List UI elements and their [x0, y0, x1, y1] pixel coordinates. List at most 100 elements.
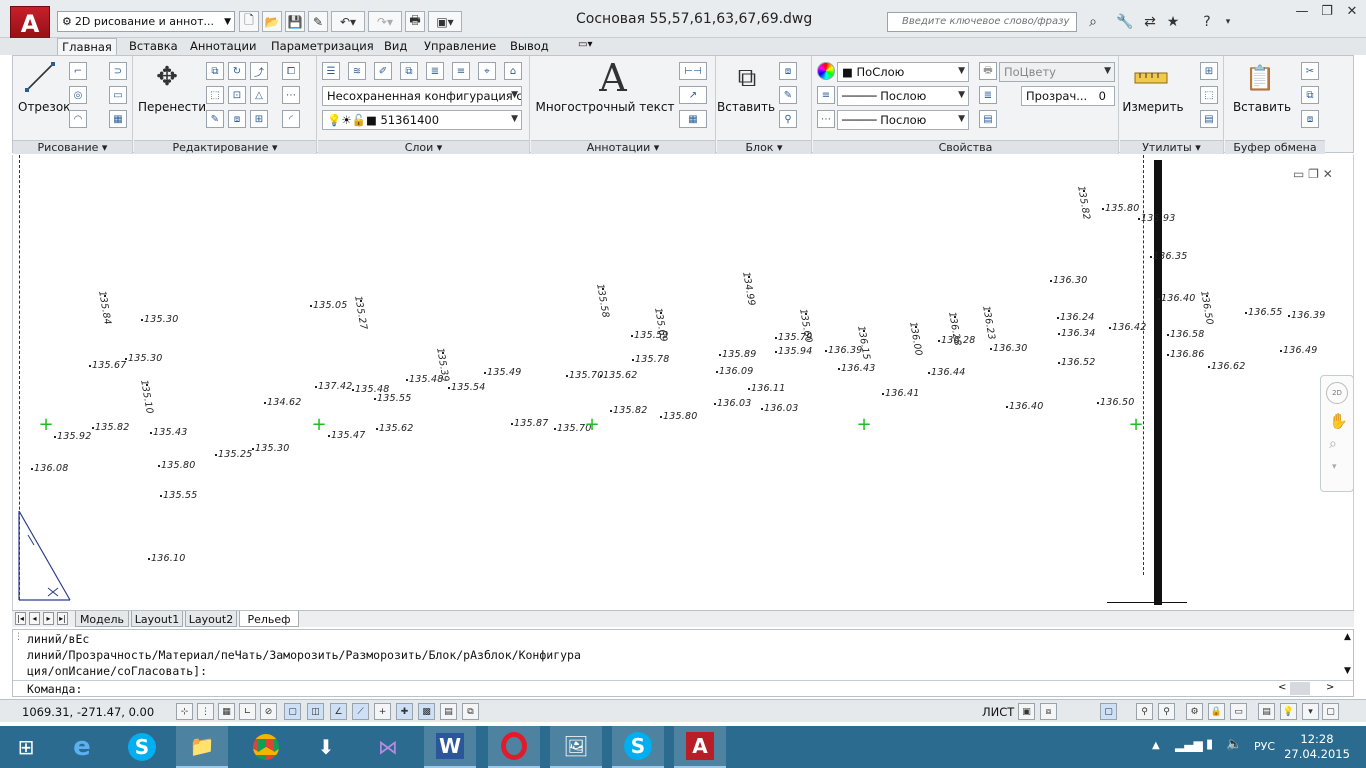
photo-viewer-icon[interactable]: 🖼	[550, 726, 602, 768]
skype-window-icon[interactable]: S	[612, 726, 664, 768]
panel-clipboard-label[interactable]: Буфер обмена	[1225, 140, 1325, 154]
move-icon[interactable]: ✥	[152, 62, 182, 92]
dyn-icon[interactable]: +	[374, 703, 391, 720]
grid-icon[interactable]: ▦	[218, 703, 235, 720]
trim-icon[interactable]: ⤴	[250, 62, 268, 80]
polar-icon[interactable]: ⊘	[260, 703, 277, 720]
elevation-label[interactable]: 136.35	[1153, 251, 1187, 262]
close-button[interactable]: ✕	[1340, 2, 1364, 20]
elevation-label[interactable]: 136.50	[1198, 290, 1215, 326]
fillet-icon[interactable]: ✎	[206, 110, 224, 128]
layer-match-icon[interactable]: ✐	[374, 62, 392, 80]
survey-point[interactable]	[1057, 317, 1059, 319]
survey-point[interactable]	[1245, 312, 1247, 314]
paste-special-icon[interactable]: ⧈	[1301, 110, 1319, 128]
restore-button[interactable]: ❐	[1315, 2, 1339, 20]
panel-layers-label[interactable]: Слои ▾	[318, 140, 529, 154]
transparency-toggle-icon[interactable]: ▩	[418, 703, 435, 720]
elevation-label[interactable]: 135.27	[352, 295, 369, 331]
survey-point[interactable]	[610, 410, 612, 412]
print-button[interactable]: 🖶	[405, 11, 425, 32]
survey-point[interactable]	[252, 448, 254, 450]
layer-state-icon[interactable]: ≋	[348, 62, 366, 80]
otrack-icon[interactable]: ∠	[330, 703, 347, 720]
quick-view-drawings-icon[interactable]: ⧈	[1040, 703, 1057, 720]
drawing-canvas[interactable]: 135.84 135.30 135.67 135.30 135.10 135.82 135.…	[12, 155, 1354, 610]
survey-point[interactable]	[1102, 208, 1104, 210]
survey-point[interactable]	[158, 465, 160, 467]
survey-point[interactable]	[1208, 366, 1210, 368]
mtext-icon[interactable]: A	[593, 56, 633, 100]
elevation-label[interactable]: 136.03	[717, 398, 751, 409]
elevation-label[interactable]: 135.30	[128, 353, 162, 364]
elevation-label[interactable]: 136.52	[1061, 357, 1095, 368]
scroll-thumb[interactable]	[1290, 682, 1310, 695]
survey-point[interactable]	[376, 428, 378, 430]
chevron-down-icon[interactable]: ▾	[1332, 462, 1337, 472]
lock-icon[interactable]: 🔒	[1208, 703, 1225, 720]
elevation-label[interactable]: 135.93	[1141, 213, 1175, 224]
arc-icon[interactable]: ◠	[69, 110, 87, 128]
survey-point[interactable]	[1058, 362, 1060, 364]
survey-point[interactable]	[264, 402, 266, 404]
quick-properties-icon[interactable]: ▤	[440, 703, 457, 720]
survey-point[interactable]	[990, 348, 992, 350]
elevation-label[interactable]: 135.30	[144, 314, 178, 325]
elevation-label[interactable]: 135.82	[1075, 185, 1092, 221]
survey-point[interactable]	[484, 372, 486, 374]
survey-point[interactable]	[1138, 218, 1140, 220]
panel-draw-label[interactable]: Рисование ▾	[13, 140, 132, 154]
language-indicator[interactable]: РУС	[1254, 740, 1275, 753]
tab-home[interactable]: Главная	[57, 38, 117, 55]
survey-point[interactable]	[1167, 354, 1169, 356]
rectangle-icon[interactable]: ▭	[109, 86, 127, 104]
survey-point[interactable]	[215, 454, 217, 456]
survey-point[interactable]	[1167, 334, 1169, 336]
polyline-edit-icon[interactable]: ⊃	[109, 62, 127, 80]
layer-combo[interactable]: 💡☀🔓■ 51361400 ▼	[322, 110, 522, 130]
downloader-icon[interactable]: ⬇	[300, 726, 352, 768]
tab-model[interactable]: Модель	[75, 611, 129, 627]
skype-icon[interactable]: S	[116, 726, 168, 768]
layer-isolate-icon[interactable]: ⧉	[400, 62, 418, 80]
minimize-button[interactable]: —	[1290, 2, 1314, 20]
elevation-label[interactable]: 135.55	[377, 393, 411, 404]
survey-point[interactable]	[352, 389, 354, 391]
elevation-label[interactable]: 135.10	[138, 379, 155, 415]
steering-wheel-icon[interactable]: 2D	[1326, 382, 1348, 404]
elevation-label[interactable]: 136.11	[751, 383, 785, 394]
lineweight-combo[interactable]: ───── Послою ▼	[837, 86, 969, 106]
application-menu-button[interactable]: A	[10, 6, 50, 42]
explode-icon[interactable]: ⋯	[282, 86, 300, 104]
elevation-label[interactable]: 134.62	[267, 397, 301, 408]
elevation-label[interactable]: 135.67	[92, 360, 126, 371]
command-grip-icon[interactable]: ⋮	[14, 632, 23, 642]
copy-icon[interactable]: ⧉	[206, 62, 224, 80]
table-icon[interactable]: ▦	[679, 110, 707, 128]
tab-relief[interactable]: Рельеф	[239, 611, 299, 627]
snap-icon[interactable]: ⋮	[197, 703, 214, 720]
elevation-label[interactable]: 135.92	[57, 431, 91, 442]
panel-properties-label[interactable]: Свойства	[813, 140, 1118, 154]
chrome-icon[interactable]	[240, 726, 292, 768]
annotation-visibility-icon[interactable]: ⚲	[1158, 703, 1175, 720]
model-paper-toggle[interactable]: ЛИСТ	[982, 705, 1014, 719]
exchange-icon[interactable]: ⇄	[1140, 12, 1160, 32]
elevation-label[interactable]: 136.30	[1053, 275, 1087, 286]
tab-annotate[interactable]: Аннотации	[190, 38, 256, 55]
survey-point[interactable]	[761, 408, 763, 410]
elevation-label[interactable]: 135.43	[153, 427, 187, 438]
elevation-label[interactable]: 136.50	[1100, 397, 1134, 408]
elevation-label[interactable]: 136.23	[980, 305, 997, 341]
layer-lock-icon[interactable]: ⌖	[478, 62, 496, 80]
color-combo[interactable]: ■ ПоСлою ▼	[837, 62, 969, 82]
rotate-icon[interactable]: ↻	[228, 62, 246, 80]
elevation-label[interactable]: 135.55	[163, 490, 197, 501]
panel-annotation-label[interactable]: Аннотации ▾	[531, 140, 715, 154]
elevation-label[interactable]: 136.39	[1291, 310, 1325, 321]
edit-block-icon[interactable]: ✎	[779, 86, 797, 104]
survey-point[interactable]	[566, 375, 568, 377]
survey-point[interactable]	[141, 319, 143, 321]
elevation-label[interactable]: 135.80	[161, 460, 195, 471]
maximize-viewport-icon[interactable]: ▢	[1100, 703, 1117, 720]
